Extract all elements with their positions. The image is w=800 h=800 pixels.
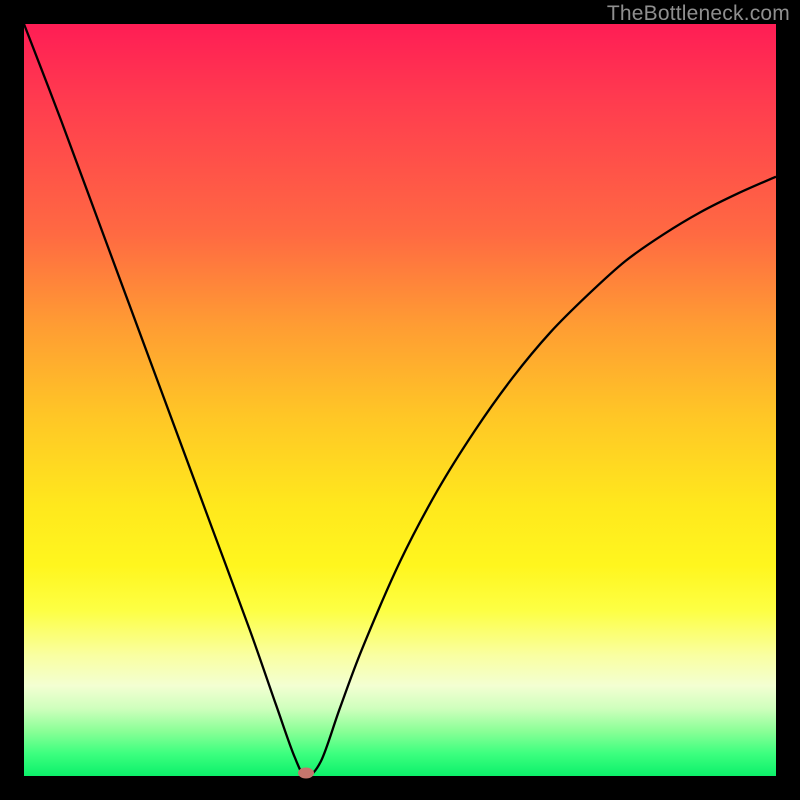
curve-svg bbox=[24, 24, 776, 776]
bottleneck-curve bbox=[24, 24, 776, 776]
gradient-plot-area bbox=[24, 24, 776, 776]
outer-frame: TheBottleneck.com bbox=[0, 0, 800, 800]
minimum-marker bbox=[298, 768, 314, 779]
watermark-text: TheBottleneck.com bbox=[607, 2, 790, 26]
